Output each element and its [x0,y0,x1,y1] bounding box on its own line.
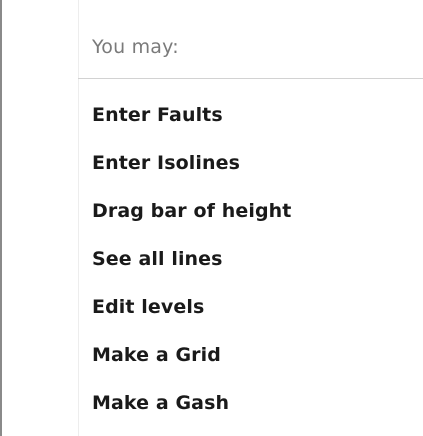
context-menu: You may: Enter Faults Enter Isolines Dra… [0,0,423,436]
menu-item-see-all-lines[interactable]: See all lines [78,235,423,283]
menu-header: You may: [92,36,179,58]
menu-item-enter-isolines[interactable]: Enter Isolines [78,139,423,187]
menu-item-make-a-gash[interactable]: Make a Gash [78,379,423,427]
menu-item-list: Enter Faults Enter Isolines Drag bar of … [78,91,423,427]
menu-item-make-a-grid[interactable]: Make a Grid [78,331,423,379]
menu-separator [78,78,423,79]
menu-item-enter-faults[interactable]: Enter Faults [78,91,423,139]
menu-item-edit-levels[interactable]: Edit levels [78,283,423,331]
menu-item-drag-bar-of-height[interactable]: Drag bar of height [78,187,423,235]
